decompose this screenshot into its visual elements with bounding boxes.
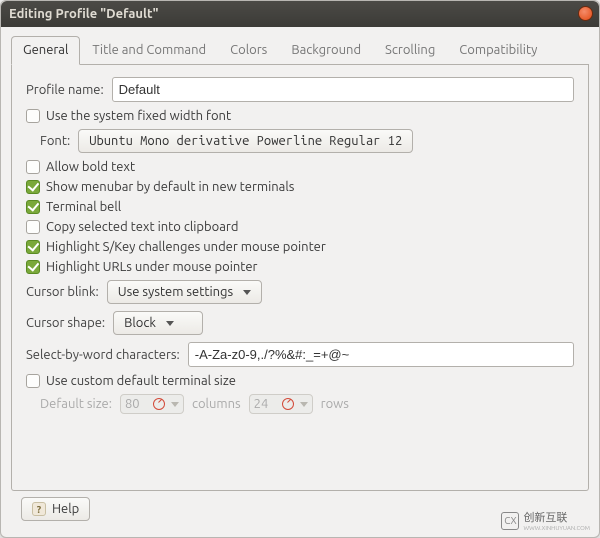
profile-name-input[interactable] <box>112 77 574 102</box>
use-system-font-label: Use the system fixed width font <box>46 109 231 123</box>
tab-general[interactable]: General <box>11 36 80 65</box>
content-area: General Title and Command Colors Backgro… <box>1 27 599 537</box>
terminal-bell-checkbox[interactable] <box>26 200 40 214</box>
titlebar[interactable]: Editing Profile "Default" <box>1 1 599 27</box>
columns-value: 80 <box>125 397 147 411</box>
tab-title-command[interactable]: Title and Command <box>80 36 218 65</box>
use-custom-size-checkbox[interactable] <box>26 374 40 388</box>
tab-background[interactable]: Background <box>279 36 373 65</box>
cursor-shape-value: Block <box>124 316 156 330</box>
default-size-label: Default size: <box>40 397 112 411</box>
cursor-blink-value: Use system settings <box>118 285 233 299</box>
copy-selected-label: Copy selected text into clipboard <box>46 220 238 234</box>
general-panel: Profile name: Use the system fixed width… <box>11 65 589 491</box>
tab-bar: General Title and Command Colors Backgro… <box>11 35 589 65</box>
rows-spinner: 24 <box>249 394 313 414</box>
cursor-blink-combo[interactable]: Use system settings <box>107 280 262 304</box>
rows-value: 24 <box>254 397 276 411</box>
use-custom-size-label: Use custom default terminal size <box>46 374 236 388</box>
help-icon: ? <box>32 502 46 516</box>
select-by-word-label: Select-by-word characters: <box>26 348 180 362</box>
columns-unit: columns <box>192 397 241 411</box>
tab-scrolling[interactable]: Scrolling <box>373 36 447 65</box>
cursor-blink-label: Cursor blink: <box>26 285 99 299</box>
chevron-down-icon <box>243 290 251 295</box>
close-icon[interactable] <box>578 6 593 21</box>
terminal-bell-label: Terminal bell <box>46 200 121 214</box>
window-title: Editing Profile "Default" <box>9 7 158 21</box>
highlight-urls-label: Highlight URLs under mouse pointer <box>46 260 257 274</box>
font-chooser-button[interactable]: Ubuntu Mono derivative Powerline Regular… <box>78 129 413 153</box>
chevron-down-icon <box>300 402 308 407</box>
copy-selected-checkbox[interactable] <box>26 220 40 234</box>
allow-bold-checkbox[interactable] <box>26 160 40 174</box>
font-value: Ubuntu Mono derivative Powerline Regular… <box>89 134 402 148</box>
use-system-font-checkbox[interactable] <box>26 109 40 123</box>
font-label: Font: <box>40 134 70 148</box>
rows-unit: rows <box>321 397 349 411</box>
show-menubar-checkbox[interactable] <box>26 180 40 194</box>
allow-bold-label: Allow bold text <box>46 160 135 174</box>
show-menubar-label: Show menubar by default in new terminals <box>46 180 294 194</box>
cursor-shape-combo[interactable]: Block <box>113 311 203 335</box>
no-entry-icon <box>153 398 165 410</box>
help-label: Help <box>52 502 79 516</box>
highlight-urls-checkbox[interactable] <box>26 260 40 274</box>
chevron-down-icon <box>171 402 179 407</box>
highlight-skey-label: Highlight S/Key challenges under mouse p… <box>46 240 326 254</box>
no-entry-icon <box>282 398 294 410</box>
select-by-word-input[interactable] <box>188 342 574 367</box>
window: Editing Profile "Default" General Title … <box>0 0 600 538</box>
tab-colors[interactable]: Colors <box>218 36 279 65</box>
profile-name-label: Profile name: <box>26 83 104 97</box>
cursor-shape-label: Cursor shape: <box>26 316 105 330</box>
highlight-skey-checkbox[interactable] <box>26 240 40 254</box>
tab-compatibility[interactable]: Compatibility <box>447 36 549 65</box>
chevron-down-icon <box>166 321 174 326</box>
help-button[interactable]: ? Help <box>21 497 90 521</box>
footer: ? Help <box>11 491 589 529</box>
columns-spinner: 80 <box>120 394 184 414</box>
